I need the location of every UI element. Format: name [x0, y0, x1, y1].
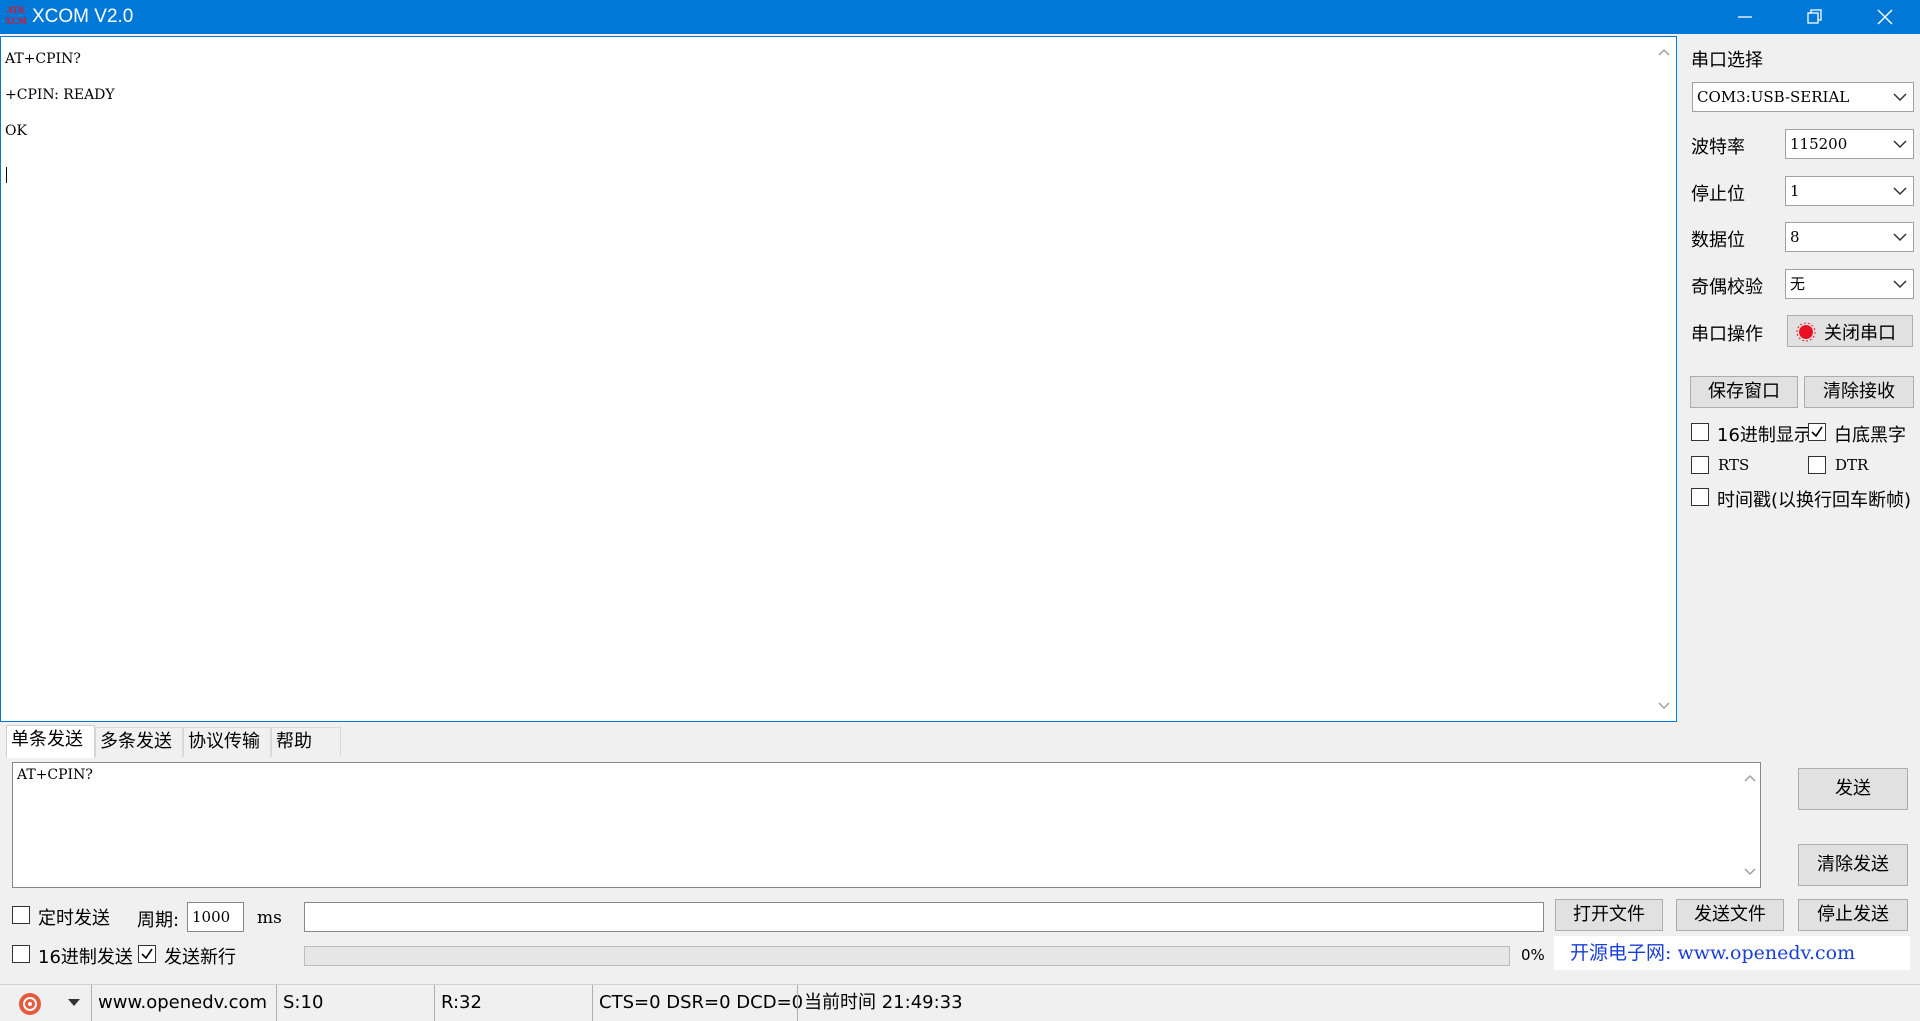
port-status-indicator-icon	[1796, 322, 1816, 342]
send-file-button[interactable]: 发送文件	[1676, 899, 1784, 931]
dtr-label: DTR	[1835, 456, 1869, 474]
close-port-label: 关闭串口	[1824, 323, 1896, 344]
stop-bits-select[interactable]: 1	[1785, 176, 1914, 206]
port-select[interactable]: COM3:USB-SERIAL	[1692, 82, 1914, 112]
stop-bits-label: 停止位	[1691, 184, 1745, 205]
tab-single-send[interactable]: 单条发送	[6, 725, 95, 758]
receive-textarea[interactable]: AT+CPIN? +CPIN: READY OK	[0, 36, 1677, 722]
port-op-label: 串口操作	[1691, 324, 1763, 345]
status-received-count: R:32	[434, 985, 590, 1021]
restore-icon	[1807, 9, 1822, 24]
tab-help[interactable]: 帮助	[271, 727, 341, 757]
data-bits-label: 数据位	[1691, 230, 1745, 251]
save-window-button[interactable]: 保存窗口	[1690, 376, 1798, 408]
rts-checkbox[interactable]	[1691, 456, 1709, 474]
open-file-button[interactable]: 打开文件	[1555, 899, 1663, 931]
minimize-icon	[1738, 16, 1752, 18]
text-caret	[6, 167, 7, 183]
hex-send-checkbox[interactable]	[12, 945, 30, 963]
chevron-down-icon	[1893, 233, 1907, 242]
baud-label: 波特率	[1691, 137, 1745, 158]
parity-label: 奇偶校验	[1691, 277, 1763, 298]
status-bar: www.openedv.com S:10 R:32 CTS=0 DSR=0 DC…	[0, 984, 1920, 1021]
close-port-button[interactable]: 关闭串口	[1787, 315, 1913, 347]
timed-send-checkbox[interactable]	[12, 906, 30, 924]
clear-receive-button[interactable]: 清除接收	[1804, 376, 1914, 408]
receive-scrollbar[interactable]	[1652, 37, 1676, 721]
hex-send-label: 16进制发送	[38, 947, 133, 968]
close-icon	[1877, 9, 1893, 25]
period-input[interactable]: 1000	[187, 902, 244, 932]
settings-panel: 串口选择 COM3:USB-SERIAL 波特率 115200 停止位 1 数据…	[1680, 36, 1920, 722]
status-time: 当前时间 21:49:33	[797, 985, 1197, 1021]
status-signals: CTS=0 DSR=0 DCD=0	[592, 985, 803, 1021]
openedv-banner-link[interactable]: 开源电子网: www.openedv.com	[1554, 936, 1910, 970]
send-newline-checkbox[interactable]	[138, 945, 156, 963]
port-select-label: 串口选择	[1691, 50, 1763, 71]
chevron-down-icon	[1893, 187, 1907, 196]
data-bits-select[interactable]: 8	[1785, 222, 1914, 252]
receive-line: OK	[5, 123, 27, 139]
send-progress-bar	[304, 946, 1510, 966]
scroll-down-icon	[1658, 702, 1670, 710]
file-path-input[interactable]	[304, 902, 1544, 932]
tab-multi-send[interactable]: 多条发送	[95, 727, 183, 757]
status-url[interactable]: www.openedv.com	[91, 985, 274, 1021]
hex-display-checkbox[interactable]	[1691, 423, 1709, 441]
chevron-down-icon	[1893, 93, 1907, 102]
scroll-down-icon	[1744, 868, 1756, 876]
parity-value: 无	[1790, 275, 1806, 293]
send-text: AT+CPIN?	[17, 767, 93, 783]
receive-text: AT+CPIN? +CPIN: READY OK	[5, 41, 115, 149]
scroll-up-icon	[1744, 774, 1756, 782]
minimize-button[interactable]	[1710, 0, 1780, 34]
timestamp-label: 时间戳(以换行回车断帧)	[1717, 490, 1912, 511]
restore-button[interactable]	[1780, 0, 1850, 34]
title-bar: ATK XCM XCOM V2.0	[0, 0, 1920, 34]
close-button[interactable]	[1850, 0, 1920, 34]
send-textarea[interactable]: AT+CPIN?	[12, 762, 1761, 888]
send-scrollbar[interactable]	[1738, 763, 1760, 887]
scroll-up-icon	[1658, 48, 1670, 56]
dtr-checkbox[interactable]	[1808, 456, 1826, 474]
period-value: 1000	[192, 908, 231, 926]
port-select-value: COM3:USB-SERIAL	[1697, 88, 1850, 106]
checkmark-icon	[141, 948, 153, 960]
send-button[interactable]: 发送	[1798, 768, 1908, 810]
progress-percent: 0%	[1521, 946, 1545, 964]
rts-label: RTS	[1718, 456, 1750, 474]
white-bg-checkbox[interactable]	[1808, 423, 1826, 441]
receive-line: AT+CPIN?	[5, 51, 81, 67]
stop-send-button[interactable]: 停止发送	[1798, 899, 1908, 931]
app-logo-icon: ATK XCM	[5, 5, 27, 26]
send-newline-label: 发送新行	[164, 947, 236, 968]
timestamp-checkbox[interactable]	[1691, 488, 1709, 506]
chevron-down-icon	[1893, 140, 1907, 149]
receive-line: +CPIN: READY	[5, 87, 115, 103]
parity-select[interactable]: 无	[1785, 269, 1914, 299]
status-sent-count: S:10	[276, 985, 432, 1021]
timed-send-label: 定时发送	[38, 908, 110, 929]
tab-protocol[interactable]: 协议传输	[183, 727, 271, 757]
period-label: 周期:	[137, 910, 180, 931]
stop-bits-value: 1	[1790, 182, 1800, 200]
checkmark-icon	[1811, 426, 1823, 438]
period-unit: ms	[257, 908, 282, 928]
clear-send-button[interactable]: 清除发送	[1798, 844, 1908, 886]
data-bits-value: 8	[1790, 228, 1800, 246]
dropdown-triangle-icon	[68, 999, 80, 1006]
settings-menu-icon	[19, 993, 41, 1015]
white-bg-label: 白底黑字	[1834, 425, 1906, 446]
baud-select[interactable]: 115200	[1785, 129, 1914, 159]
chevron-down-icon	[1893, 280, 1907, 289]
baud-select-value: 115200	[1790, 135, 1848, 153]
window-title: XCOM V2.0	[32, 6, 134, 27]
hex-display-label: 16进制显示	[1717, 425, 1812, 446]
